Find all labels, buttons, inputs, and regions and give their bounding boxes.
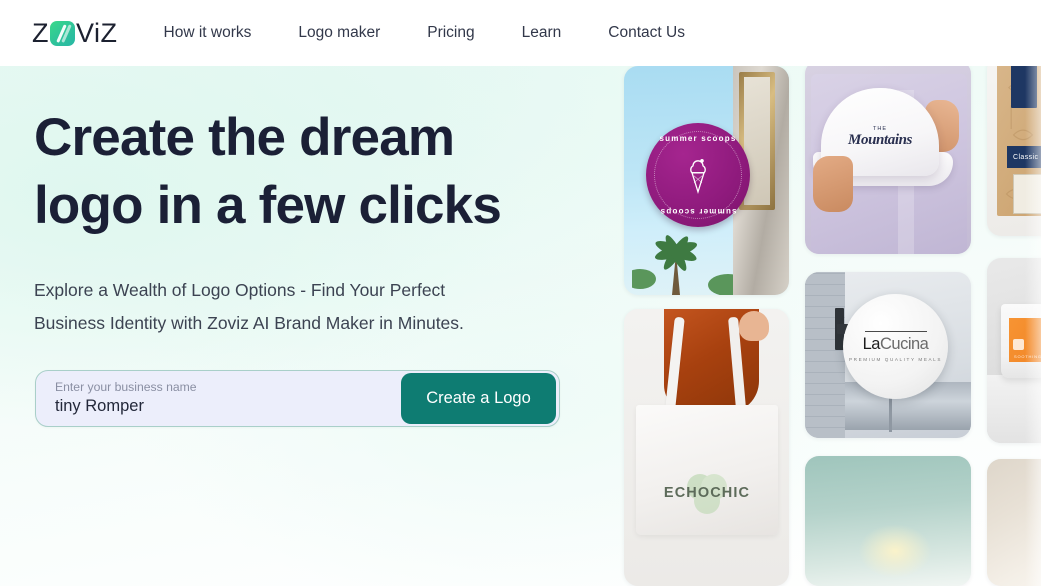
nav-item-logo-maker[interactable]: Logo maker <box>298 24 380 42</box>
gallery-card-teal-gradient[interactable] <box>805 456 971 586</box>
brand-letters-viz: ViZ <box>76 17 118 48</box>
nav-item-how-it-works[interactable]: How it works <box>164 24 252 42</box>
ice-cream-cone-icon <box>690 159 706 194</box>
zoviz-slash-mark-icon <box>50 20 75 46</box>
create-a-logo-button[interactable]: Create a Logo <box>401 373 556 424</box>
business-name-search-bar[interactable]: Enter your business name tiny Romper Cre… <box>35 370 560 427</box>
gallery-card-kraft-bag[interactable]: Classic <box>987 56 1041 236</box>
candle-label-sub: SOOTHING & WARM <box>1014 354 1041 359</box>
nav-item-contact-us[interactable]: Contact Us <box>608 24 685 42</box>
gallery-card-the-mountains-cap[interactable]: THE Mountains <box>805 60 971 254</box>
brand-letter-z-left: Z <box>32 17 49 48</box>
top-navigation-bar: Z ViZ How it works Logo maker Pricing Le… <box>0 0 1041 66</box>
logo-showcase-gallery: summer scoops summer scoops ECHOCHIC THE… <box>624 56 1041 586</box>
kraft-bag-label: Classic <box>1007 146 1041 168</box>
nav-links: How it works Logo maker Pricing Learn Co… <box>164 24 685 42</box>
nav-item-pricing[interactable]: Pricing <box>427 24 474 42</box>
scoops-text-top: summer scoops <box>659 134 737 143</box>
gallery-card-lacucina-sign[interactable]: LaCucina PREMIUM QUALITY MEALS <box>805 272 971 438</box>
page-title: Create the dream logo in a few clicks <box>34 104 614 240</box>
scoops-text-bottom: summer scoops <box>659 207 737 216</box>
hero-subtitle: Explore a Wealth of Logo Options - Find … <box>34 274 614 340</box>
zoviz-logo[interactable]: Z ViZ <box>32 18 118 48</box>
subtitle-line-2: Business Identity with Zoviz AI Brand Ma… <box>34 313 464 333</box>
business-name-label: Enter your business name <box>55 380 197 394</box>
subtitle-line-1: Explore a Wealth of Logo Options - Find … <box>34 280 446 300</box>
business-name-input[interactable]: tiny Romper <box>55 396 401 417</box>
lacucina-logo-sign: LaCucina PREMIUM QUALITY MEALS <box>843 294 948 399</box>
gallery-card-echochic-tote[interactable]: ECHOCHIC <box>624 309 789 586</box>
gallery-card-orange-candle[interactable]: S SOOTHING & WARM <box>987 258 1041 443</box>
lacucina-text-cucina: Cucina <box>879 335 929 353</box>
headline-line-1: Create the dream <box>34 108 455 167</box>
gallery-card-beige-product[interactable] <box>987 459 1041 586</box>
lacucina-brand-text: LaCucina <box>863 335 929 354</box>
lacucina-tagline: PREMIUM QUALITY MEALS <box>849 357 942 362</box>
hero-copy: Create the dream logo in a few clicks Ex… <box>34 104 614 340</box>
echochic-tote-bag: ECHOCHIC <box>636 405 778 535</box>
gallery-card-summer-scoops[interactable]: summer scoops summer scoops <box>624 66 789 295</box>
summer-scoops-logo-sign: summer scoops summer scoops <box>646 123 750 227</box>
nav-item-learn[interactable]: Learn <box>522 24 562 42</box>
business-name-field[interactable]: Enter your business name tiny Romper <box>36 380 401 417</box>
echochic-brand-text: ECHOCHIC <box>663 485 751 501</box>
orange-candle-jar: S SOOTHING & WARM <box>1001 304 1041 378</box>
headline-line-2: logo in a few clicks <box>34 176 502 235</box>
cap-logo-mountains: Mountains <box>848 132 912 148</box>
lacucina-text-la: La <box>862 335 881 353</box>
zoviz-landing-page: Z ViZ How it works Logo maker Pricing Le… <box>0 0 1041 586</box>
